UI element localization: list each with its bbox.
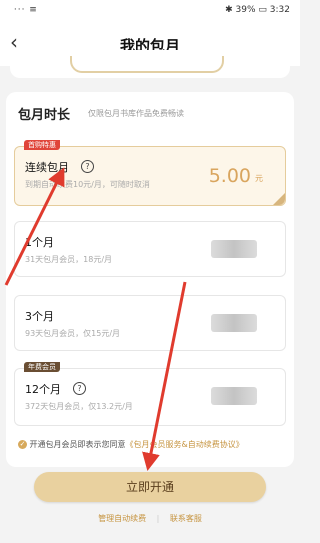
- battery-percent: 39%: [235, 5, 256, 15]
- agreement-text: 开通包月会员即表示您同意: [29, 440, 126, 449]
- contact-service-link[interactable]: 联系客服: [170, 514, 202, 523]
- agreement: ✓ 开通包月会员即表示您同意《包月会员服务&自动续费协议》: [18, 439, 294, 450]
- top-pill-button[interactable]: [70, 56, 224, 73]
- selected-corner-icon: [273, 193, 285, 205]
- plan-1-month[interactable]: 1个月 31天包月会员，18元/月: [14, 221, 286, 277]
- battery-icon: ▭: [258, 5, 270, 15]
- annual-badge: 年费会员: [24, 362, 60, 372]
- section-title: 包月时长: [18, 108, 71, 123]
- plan-desc: 93天包月会员，仅15元/月: [25, 329, 121, 338]
- help-icon[interactable]: ?: [73, 382, 86, 395]
- plan-continuous-monthly[interactable]: 连续包月 ? 到期自动续费10元/月，可随时取消 5.00 元: [14, 146, 286, 206]
- bluetooth-icon: ✱: [225, 5, 236, 15]
- plan-price-unit: 元: [255, 174, 263, 183]
- help-icon[interactable]: ?: [81, 160, 94, 173]
- subscribe-button[interactable]: 立即开通: [34, 472, 266, 502]
- plan-desc: 31天包月会员，18元/月: [25, 255, 113, 264]
- first-purchase-badge: 首购特惠: [24, 140, 60, 150]
- clock: 3:32: [269, 5, 290, 15]
- plan-3-months[interactable]: 3个月 93天包月会员，仅15元/月: [14, 295, 286, 351]
- footer-links: 管理自动续费 | 联系客服: [0, 513, 300, 524]
- blurred-price: [211, 387, 257, 405]
- agreement-link[interactable]: 《包月会员服务&自动续费协议》: [126, 440, 244, 449]
- status-icons: ··· ≡: [10, 5, 38, 15]
- plan-price: 5.00: [208, 165, 251, 187]
- blurred-price: [211, 314, 257, 332]
- footer-divider: |: [156, 514, 160, 523]
- plan-name: 12个月: [25, 383, 61, 396]
- blurred-price: [211, 240, 257, 258]
- status-right: ✱ 39% ▭ 3:32: [225, 5, 290, 15]
- plan-desc: 372天包月会员，仅13.2元/月: [25, 402, 133, 411]
- plan-name: 连续包月: [25, 161, 69, 174]
- plan-desc: 到期自动续费10元/月，可随时取消: [25, 180, 150, 189]
- plan-12-months[interactable]: 12个月 ? 372天包月会员，仅13.2元/月: [14, 368, 286, 426]
- check-icon[interactable]: ✓: [18, 440, 27, 449]
- section-subtitle: 仅限包月书库作品免费畅读: [88, 109, 184, 118]
- manage-auto-renew-link[interactable]: 管理自动续费: [98, 514, 146, 523]
- plan-name: 3个月: [25, 310, 54, 323]
- plan-name: 1个月: [25, 236, 54, 249]
- status-bar: ··· ≡ ✱ 39% ▭ 3:32: [0, 0, 300, 22]
